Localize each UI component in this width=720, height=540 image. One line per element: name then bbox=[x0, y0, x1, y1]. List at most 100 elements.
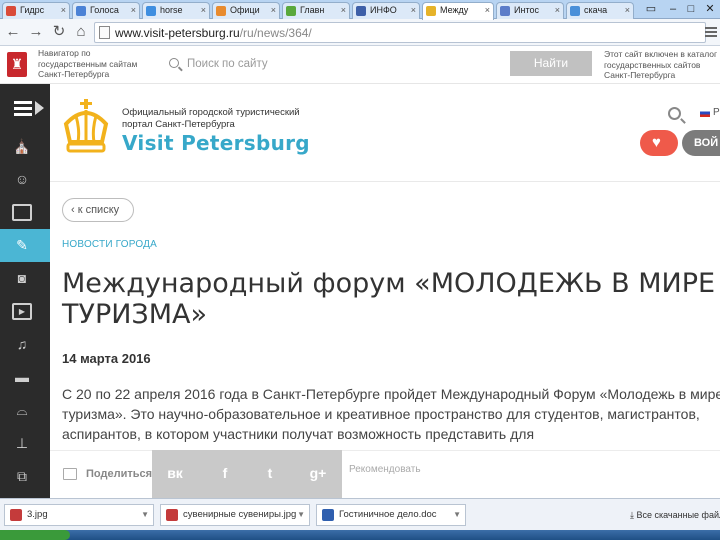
close-icon[interactable]: × bbox=[341, 3, 346, 18]
bed-icon: ▬ bbox=[15, 369, 29, 385]
reload-icon[interactable]: ↻ bbox=[50, 22, 68, 42]
minimize-icon[interactable]: – bbox=[664, 0, 682, 18]
download-item[interactable]: 3.jpg ▼ bbox=[4, 504, 154, 526]
browser-menu-icon[interactable] bbox=[705, 27, 717, 39]
browser-tab[interactable]: Офици × bbox=[212, 2, 280, 19]
sidebar-item-video[interactable]: ▶ bbox=[0, 295, 50, 328]
recommend-link[interactable]: Рекомендовать bbox=[349, 464, 421, 475]
new-tab-button[interactable]: ▭ bbox=[640, 0, 662, 18]
chevron-down-icon[interactable]: ▼ bbox=[453, 505, 461, 525]
calendar-icon bbox=[12, 204, 32, 221]
tab-favicon bbox=[286, 6, 296, 16]
tab-favicon bbox=[6, 6, 16, 16]
show-all-downloads-link[interactable]: ⤓ Все скачанные файлы bbox=[630, 510, 720, 521]
close-icon[interactable]: × bbox=[271, 3, 276, 18]
shopping-icon: ⧉ bbox=[17, 468, 27, 484]
pencil-icon: ✎ bbox=[16, 237, 28, 253]
sidebar-item-shopping[interactable]: ⧉ bbox=[0, 460, 50, 493]
search-icon bbox=[169, 58, 179, 68]
twitter-share-button[interactable]: t bbox=[255, 465, 285, 483]
tab-favicon bbox=[356, 6, 366, 16]
download-item[interactable]: сувенирные сувениры.jpg ▼ bbox=[160, 504, 310, 526]
browser-tab-active[interactable]: Между × bbox=[422, 2, 494, 20]
browser-tab[interactable]: horse × bbox=[142, 2, 210, 19]
close-icon[interactable]: × bbox=[625, 3, 630, 18]
favorites-button[interactable]: ♥ bbox=[640, 130, 678, 156]
back-to-list-button[interactable]: ‹ к списку bbox=[62, 198, 134, 222]
tab-favicon bbox=[146, 6, 156, 16]
landmark-icon: ⛪ bbox=[13, 138, 31, 154]
file-icon bbox=[166, 509, 178, 521]
brand-name[interactable]: Visit Petersburg bbox=[122, 131, 310, 155]
search-icon[interactable] bbox=[668, 107, 681, 120]
sidebar-item-calendar[interactable] bbox=[0, 196, 50, 229]
chevron-down-icon[interactable]: ▼ bbox=[297, 505, 305, 525]
crown-logo-icon[interactable] bbox=[62, 98, 110, 156]
sidebar-item-hotels[interactable]: ▬ bbox=[0, 361, 50, 394]
camera-icon: ◙ bbox=[17, 270, 27, 286]
url-field[interactable]: www.visit-petersburg.ru/ru/news/364/ bbox=[94, 22, 706, 43]
sidebar-item-theatre[interactable]: ☺ bbox=[0, 163, 50, 196]
close-icon[interactable]: × bbox=[485, 3, 490, 18]
sidebar-item-sights[interactable]: ⛪ bbox=[0, 130, 50, 163]
forward-arrow-icon[interactable]: → bbox=[27, 22, 45, 42]
download-item[interactable]: Гостиничное дело.doc ▼ bbox=[316, 504, 466, 526]
page-icon bbox=[99, 26, 110, 39]
headphones-icon: ♫ bbox=[16, 336, 28, 352]
chevron-down-icon[interactable]: ▼ bbox=[141, 505, 149, 525]
play-icon: ▶ bbox=[12, 303, 32, 320]
file-icon bbox=[10, 509, 22, 521]
tab-favicon bbox=[216, 6, 226, 16]
close-icon[interactable]: × bbox=[555, 3, 560, 18]
browser-tab[interactable]: Главн × bbox=[282, 2, 350, 19]
close-icon[interactable]: × bbox=[411, 3, 416, 18]
sidebar-item-photo[interactable]: ◙ bbox=[0, 262, 50, 295]
menu-icon[interactable] bbox=[14, 101, 32, 119]
heart-icon: ♥ bbox=[652, 134, 661, 151]
russian-flag-icon[interactable] bbox=[700, 109, 710, 117]
browser-tab[interactable]: скача × bbox=[566, 2, 634, 19]
close-window-icon[interactable]: ✕ bbox=[700, 0, 720, 18]
gov-navigator-text[interactable]: Навигатор по государственным сайтам Санк… bbox=[38, 48, 158, 80]
share-icon bbox=[63, 468, 77, 480]
close-icon[interactable]: × bbox=[201, 3, 206, 18]
signpost-icon: ⊥ bbox=[15, 435, 29, 451]
url-text: www.visit-petersburg.ru/ru/news/364/ bbox=[115, 26, 312, 40]
sidebar-item-signs[interactable]: ⊥ bbox=[0, 427, 50, 460]
browser-tab[interactable]: Интос × bbox=[496, 2, 564, 19]
gov-search-field[interactable]: Поиск по сайту bbox=[163, 54, 503, 76]
browser-tab[interactable]: Голоса × bbox=[72, 2, 140, 19]
tab-favicon bbox=[500, 6, 510, 16]
article-body: С 20 по 22 апреля 2016 года в Санкт-Пете… bbox=[62, 386, 720, 442]
tab-favicon bbox=[76, 6, 86, 16]
tab-favicon bbox=[570, 6, 580, 16]
close-icon[interactable]: × bbox=[131, 3, 136, 18]
news-category[interactable]: НОВОСТИ ГОРОДА bbox=[62, 239, 157, 250]
maximize-icon[interactable]: □ bbox=[682, 0, 700, 18]
article-title: Международный форум «МОЛОДЕЖЬ В МИРЕ ТУР… bbox=[62, 268, 716, 330]
back-arrow-icon[interactable]: ← bbox=[4, 22, 22, 42]
chevron-right-icon[interactable] bbox=[35, 101, 44, 115]
spb-emblem-icon[interactable]: ♜ bbox=[7, 52, 27, 77]
gov-search-placeholder: Поиск по сайту bbox=[187, 58, 268, 70]
close-icon[interactable]: × bbox=[61, 3, 66, 18]
language-label[interactable]: Р bbox=[713, 107, 720, 118]
file-icon bbox=[322, 509, 334, 521]
home-icon[interactable]: ⌂ bbox=[72, 22, 90, 42]
sidebar-item-audio[interactable]: ♫ bbox=[0, 328, 50, 361]
back-to-list-label: к списку bbox=[77, 204, 120, 216]
start-button[interactable] bbox=[0, 530, 70, 540]
browser-tab[interactable]: ИНФО × bbox=[352, 2, 420, 19]
gplus-share-button[interactable]: g+ bbox=[303, 465, 333, 483]
browser-tab[interactable]: Гидрс × bbox=[2, 2, 70, 19]
vk-share-button[interactable]: вк bbox=[160, 465, 190, 483]
login-button[interactable]: ВОЙ bbox=[682, 130, 720, 156]
sidebar-item-food[interactable]: ⌓ bbox=[0, 394, 50, 427]
facebook-share-button[interactable]: f bbox=[210, 465, 240, 483]
sidebar-item-news[interactable]: ✎ bbox=[0, 229, 50, 262]
tab-favicon bbox=[426, 6, 436, 16]
os-taskbar bbox=[0, 530, 720, 540]
portal-subtitle: Официальный городской туристический порт… bbox=[122, 107, 300, 130]
gov-search-button[interactable]: Найти bbox=[510, 51, 592, 76]
gov-catalog-note[interactable]: Этот сайт включен в каталог государствен… bbox=[604, 49, 720, 81]
